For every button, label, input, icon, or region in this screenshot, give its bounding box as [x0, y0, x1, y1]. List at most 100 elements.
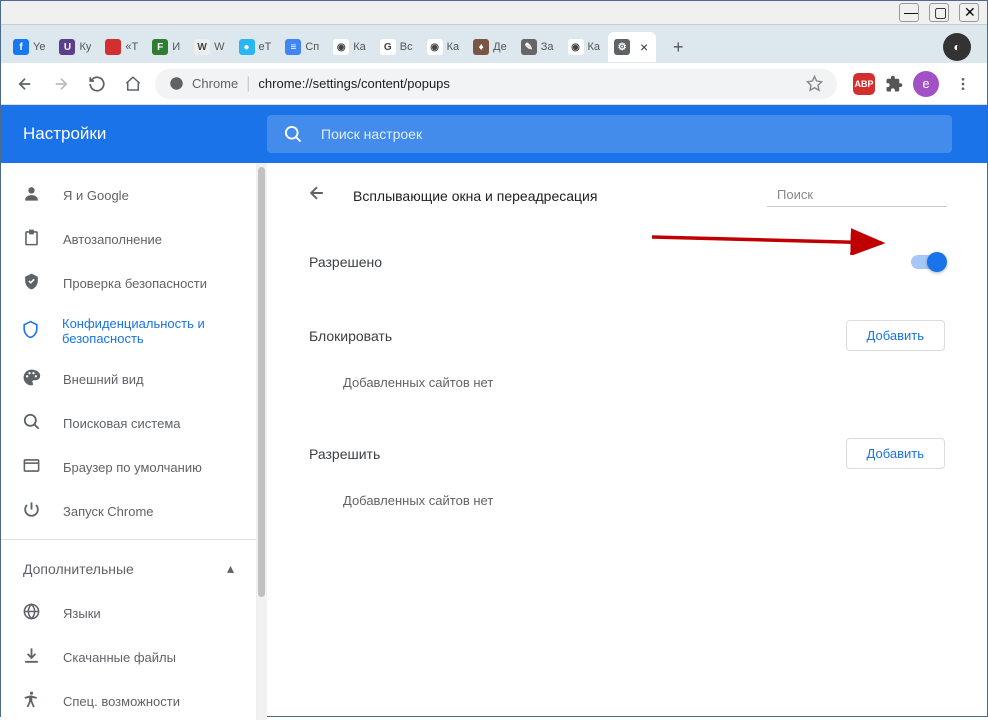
chrome-icon	[169, 76, 184, 91]
sidebar-item-label: Автозаполнение	[63, 232, 162, 247]
minimize-button[interactable]: —	[899, 3, 919, 22]
settings-sidebar: Я и Google Автозаполнение Проверка безопас…	[1, 163, 257, 720]
browser-tab[interactable]: ● eT	[233, 32, 278, 62]
close-window-button[interactable]: ✕	[959, 3, 979, 22]
bookmark-star-icon[interactable]	[806, 75, 823, 92]
browser-tab[interactable]: «Т	[99, 32, 144, 62]
sidebar-item[interactable]: Спец. возможности	[1, 679, 256, 720]
advanced-label: Дополнительные	[23, 561, 134, 577]
browser-tab[interactable]: ◉ Ка	[562, 32, 607, 62]
url-path: chrome://settings/content/popups	[258, 76, 450, 91]
sidebar-item-label: Спец. возможности	[63, 694, 180, 709]
palette-icon	[21, 368, 41, 390]
tab-title: «Т	[125, 41, 138, 53]
tab-strip: fYeUКу«ТFИWW●eT≡Сп◉КаGВс◉Ка♦Де✎За◉Ка⚙×+ …	[1, 25, 987, 63]
sidebar-item-label: Я и Google	[63, 188, 129, 203]
tab-title: За	[541, 41, 554, 53]
block-section-title: Блокировать	[309, 328, 392, 344]
clipboard-icon	[21, 228, 41, 250]
sidebar-item[interactable]: Я и Google	[1, 173, 256, 217]
tab-title: eT	[259, 41, 272, 53]
window-controls: — ▢ ✕	[1, 1, 987, 25]
sidebar-item[interactable]: Автозаполнение	[1, 217, 256, 261]
maximize-button[interactable]: ▢	[929, 3, 949, 22]
url-box[interactable]: Chrome | chrome://settings/content/popup…	[155, 69, 837, 99]
tab-title: Вс	[400, 41, 413, 53]
allow-section-title: Разрешить	[309, 446, 380, 462]
block-add-button[interactable]: Добавить	[846, 320, 945, 351]
tab-favicon: G	[380, 39, 396, 55]
sidebar-item[interactable]: Поисковая система	[1, 401, 256, 445]
sidebar-item-label: Внешний вид	[63, 372, 144, 387]
tab-favicon: ⚙	[614, 39, 630, 55]
sidebar-scrollbar[interactable]	[257, 163, 267, 720]
tab-favicon: F	[152, 39, 168, 55]
browser-tab[interactable]: FИ	[146, 32, 186, 62]
sidebar-item[interactable]: Запуск Chrome	[1, 489, 256, 533]
tab-title: Ку	[79, 41, 91, 53]
shield-check-icon	[21, 272, 41, 294]
sidebar-advanced-toggle[interactable]: Дополнительные▴	[1, 546, 256, 591]
tab-close-icon[interactable]: ×	[638, 39, 650, 55]
page-search-box[interactable]	[767, 185, 947, 207]
abp-extension-icon[interactable]: ABP	[853, 73, 875, 95]
tab-favicon: f	[13, 39, 29, 55]
browser-tab[interactable]: ◉ Ка	[421, 32, 466, 62]
page-search-input[interactable]	[777, 187, 953, 202]
settings-header: Настройки	[1, 105, 987, 163]
power-icon	[21, 500, 41, 522]
tab-title: Ye	[33, 41, 45, 53]
address-bar: Chrome | chrome://settings/content/popup…	[1, 63, 987, 105]
back-button[interactable]	[11, 70, 39, 98]
tab-title: Сп	[305, 41, 319, 53]
profile-avatar[interactable]: e	[913, 71, 939, 97]
tab-title: Де	[493, 41, 507, 53]
browser-tab[interactable]: ◉ Ка	[327, 32, 372, 62]
reload-button[interactable]	[83, 70, 111, 98]
tab-title: И	[172, 41, 180, 53]
new-tab-button[interactable]: +	[664, 33, 692, 61]
browser-tab[interactable]: ♦Де	[467, 32, 513, 62]
browser-tab[interactable]: f Ye	[7, 32, 51, 62]
browser-tab[interactable]: WW	[188, 32, 230, 62]
shield-icon	[21, 320, 40, 342]
tab-strip-extension-icon[interactable]: ◐	[943, 33, 971, 61]
extensions-icon[interactable]	[885, 75, 903, 93]
url-origin-label: Chrome	[192, 76, 238, 91]
browser-tab[interactable]: U Ку	[53, 32, 97, 62]
browser-tab[interactable]: ⚙×	[608, 32, 656, 62]
sidebar-item-label: Поисковая система	[63, 416, 181, 431]
page-back-button[interactable]	[307, 183, 331, 208]
sidebar-item[interactable]: Внешний вид	[1, 357, 256, 401]
tab-title: Ка	[588, 41, 601, 53]
tab-title: Ка	[353, 41, 366, 53]
browser-tab[interactable]: G Вс	[374, 32, 419, 62]
tab-favicon: U	[59, 39, 75, 55]
tab-favicon: ◉	[333, 39, 349, 55]
sidebar-item[interactable]: Языки	[1, 591, 256, 635]
tab-favicon: ◉	[568, 39, 584, 55]
allow-empty-message: Добавленных сайтов нет	[307, 483, 947, 518]
sidebar-item-label: Языки	[63, 606, 101, 621]
tab-title: Ка	[447, 41, 460, 53]
globe-icon	[21, 602, 41, 624]
sidebar-item-label: Скачанные файлы	[63, 650, 176, 665]
settings-search-input[interactable]	[321, 126, 936, 142]
browser-tab[interactable]: ≡Сп	[279, 32, 325, 62]
tab-favicon: ●	[239, 39, 255, 55]
browser-tab[interactable]: ✎За	[515, 32, 560, 62]
allow-add-button[interactable]: Добавить	[846, 438, 945, 469]
sidebar-item[interactable]: Скачанные файлы	[1, 635, 256, 679]
sidebar-item-label: Браузер по умолчанию	[63, 460, 202, 475]
sidebar-item[interactable]: Браузер по умолчанию	[1, 445, 256, 489]
sidebar-item[interactable]: Проверка безопасности	[1, 261, 256, 305]
popups-allowed-toggle[interactable]	[911, 255, 945, 269]
settings-search-box[interactable]	[267, 115, 952, 153]
forward-button[interactable]	[47, 70, 75, 98]
tab-favicon	[105, 39, 121, 55]
tab-favicon: ◉	[427, 39, 443, 55]
menu-button[interactable]	[949, 70, 977, 98]
home-button[interactable]	[119, 70, 147, 98]
sidebar-item[interactable]: Конфиденциальность и безопасность	[1, 305, 256, 357]
search-icon	[21, 412, 41, 434]
